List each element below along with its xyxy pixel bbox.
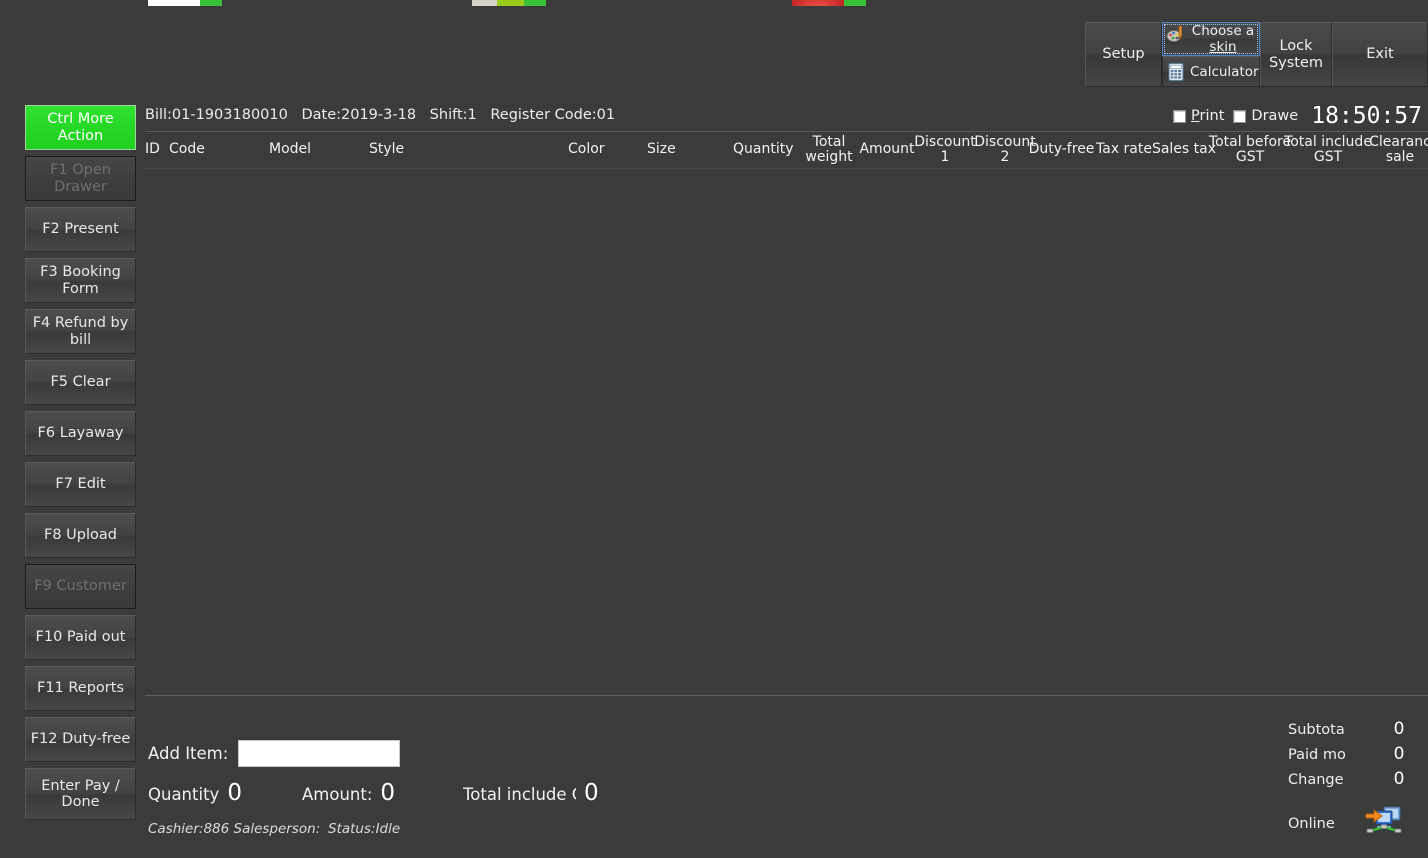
total-include-gst: Total include GST 0 [463,780,599,806]
column-header-size[interactable]: Size [647,132,689,168]
summary-row: Paid mo 0 [1288,742,1428,767]
amount-total: Amount: 0 [302,780,395,806]
drawer-checkbox-box[interactable] [1233,109,1247,123]
column-header-style[interactable]: Style [369,132,549,168]
column-header-model[interactable]: Model [269,132,361,168]
function-key-sidebar: Ctrl More Action F1 Open Drawer F2 Present… [25,105,136,826]
column-header-total-include-gst[interactable]: Total include GST [1282,132,1374,168]
quantity-label: Quantity [148,785,220,804]
function-key-f3-booking-form[interactable]: F3 Booking Form [25,258,136,303]
amount-value: 0 [380,780,396,806]
drawer-checkbox[interactable]: Drawe [1233,108,1298,124]
drawer-checkbox-label: Drawe [1251,108,1299,124]
function-key-ctrl-more-action[interactable]: Ctrl More Action [25,105,136,150]
top-notification-bar-3[interactable] [792,0,866,6]
column-header-duty-free[interactable]: Duty-free [1025,132,1098,168]
summary-row: Subtota 0 [1288,717,1428,742]
summary-panel: Subtota 0 Paid mo 0 Change 0 Online [1288,717,1428,847]
choose-a-skin-label: Choose a skin [1191,23,1255,55]
top-notification-bar-1[interactable] [148,0,222,6]
quantity-total: Quantity 0 [148,780,242,806]
total-include-gst-label: Total include GST [463,785,576,804]
bill-shift: Shift:1 [429,107,477,123]
grid-bottom-rule [145,695,1428,696]
print-checkbox-box[interactable] [1173,109,1187,123]
quantity-value: 0 [227,780,242,806]
online-label: Online [1288,816,1335,832]
column-header-color[interactable]: Color [568,132,620,168]
column-header-code[interactable]: Code [169,132,259,168]
bill-date: Date:2019-3-18 [301,107,417,123]
calculator-icon [1166,62,1186,82]
summary-label: Subtota [1288,721,1345,738]
status-line: Cashier:886 Salesperson: Status:Idle [148,821,400,837]
entry-totals-row: Quantity 0 Amount: 0 Total include GST 0 [148,780,768,812]
register-code: Register Code:01 [490,107,616,123]
top-notification-bar-2[interactable] [472,0,546,6]
line-item-grid[interactable] [145,169,1428,695]
function-key-f5-clear[interactable]: F5 Clear [25,360,136,405]
column-header-clearanc-sale[interactable]: Clearanc sale [1369,132,1428,168]
summary-value: 0 [1393,719,1405,739]
function-key-f8-upload[interactable]: F8 Upload [25,513,136,558]
function-key-f7-edit[interactable]: F7 Edit [25,462,136,507]
notification-bar-body [148,0,200,6]
add-item-input[interactable] [238,740,401,767]
online-status-row: Online [1288,801,1428,847]
notification-bar-body [472,0,524,6]
notification-accept-button[interactable] [524,0,546,6]
options-and-clock-bar: Print Drawe 18:50:57 [1173,103,1422,129]
setup-button[interactable]: Setup [1085,22,1162,87]
add-item-row: Add Item: [148,740,401,767]
network-connection-icon[interactable] [1364,804,1404,844]
summary-row: Change 0 [1288,767,1428,792]
notification-bar-body [792,0,844,6]
notification-accept-button[interactable] [200,0,222,6]
function-key-f11-reports[interactable]: F11 Reports [25,666,136,711]
notification-accept-button[interactable] [844,0,866,6]
clock-display: 18:50:57 [1311,103,1422,129]
summary-value: 0 [1393,744,1405,764]
column-header-quantity[interactable]: Quantity [733,132,795,168]
status-text: Status:Idle [328,821,401,837]
print-checkbox-label: Print [1191,108,1225,124]
function-key-f1-open-drawer: F1 Open Drawer [25,156,136,201]
function-key-f9-customer: F9 Customer [25,564,136,609]
summary-label: Paid mo [1288,746,1346,763]
function-key-f10-paid-out[interactable]: F10 Paid out [25,615,136,660]
function-key-f12-duty-free[interactable]: F12 Duty-free [25,717,136,762]
function-key-f6-layaway[interactable]: F6 Layaway [25,411,136,456]
column-header-total-weight[interactable]: Total weight [800,132,858,168]
amount-label: Amount: [302,785,373,804]
top-command-bar: Setup Choose a skin Calculator Lock Syst… [1085,22,1428,87]
print-checkbox[interactable]: Print [1173,108,1224,124]
column-header-id[interactable]: ID [145,132,167,168]
choose-a-skin-button[interactable]: Choose a skin [1162,22,1260,57]
summary-value: 0 [1393,769,1405,789]
grid-column-headers: ID Code Model Style Color Size Quantity Total w… [145,132,1428,168]
function-key-f2-present[interactable]: F2 Present [25,207,136,252]
function-key-enter-pay-done[interactable]: Enter Pay / Done [25,768,136,820]
lock-system-button[interactable]: Lock System [1260,22,1332,87]
bill-number: Bill:01-1903180010 [145,107,288,123]
skin-calculator-group: Choose a skin Calculator [1162,22,1260,87]
column-header-tax-rate[interactable]: Tax rate [1093,132,1155,168]
pos-application-window: Setup Choose a skin Calculator Lock Syst… [0,0,1428,858]
bill-info-line: Bill:01-1903180010 Date:2019-3-18 Shift:… [145,107,624,123]
exit-button[interactable]: Exit [1332,22,1428,87]
calculator-label: Calculator [1190,63,1259,80]
calculator-button[interactable]: Calculator [1162,56,1260,87]
cashier-salesperson-text: Cashier:886 Salesperson: [148,821,321,837]
total-include-gst-value: 0 [584,780,599,806]
function-key-f4-refund-by-bill[interactable]: F4 Refund by bill [25,309,136,354]
add-item-label: Add Item: [148,744,229,763]
palette-icon [1166,24,1186,44]
summary-label: Change [1288,771,1344,788]
